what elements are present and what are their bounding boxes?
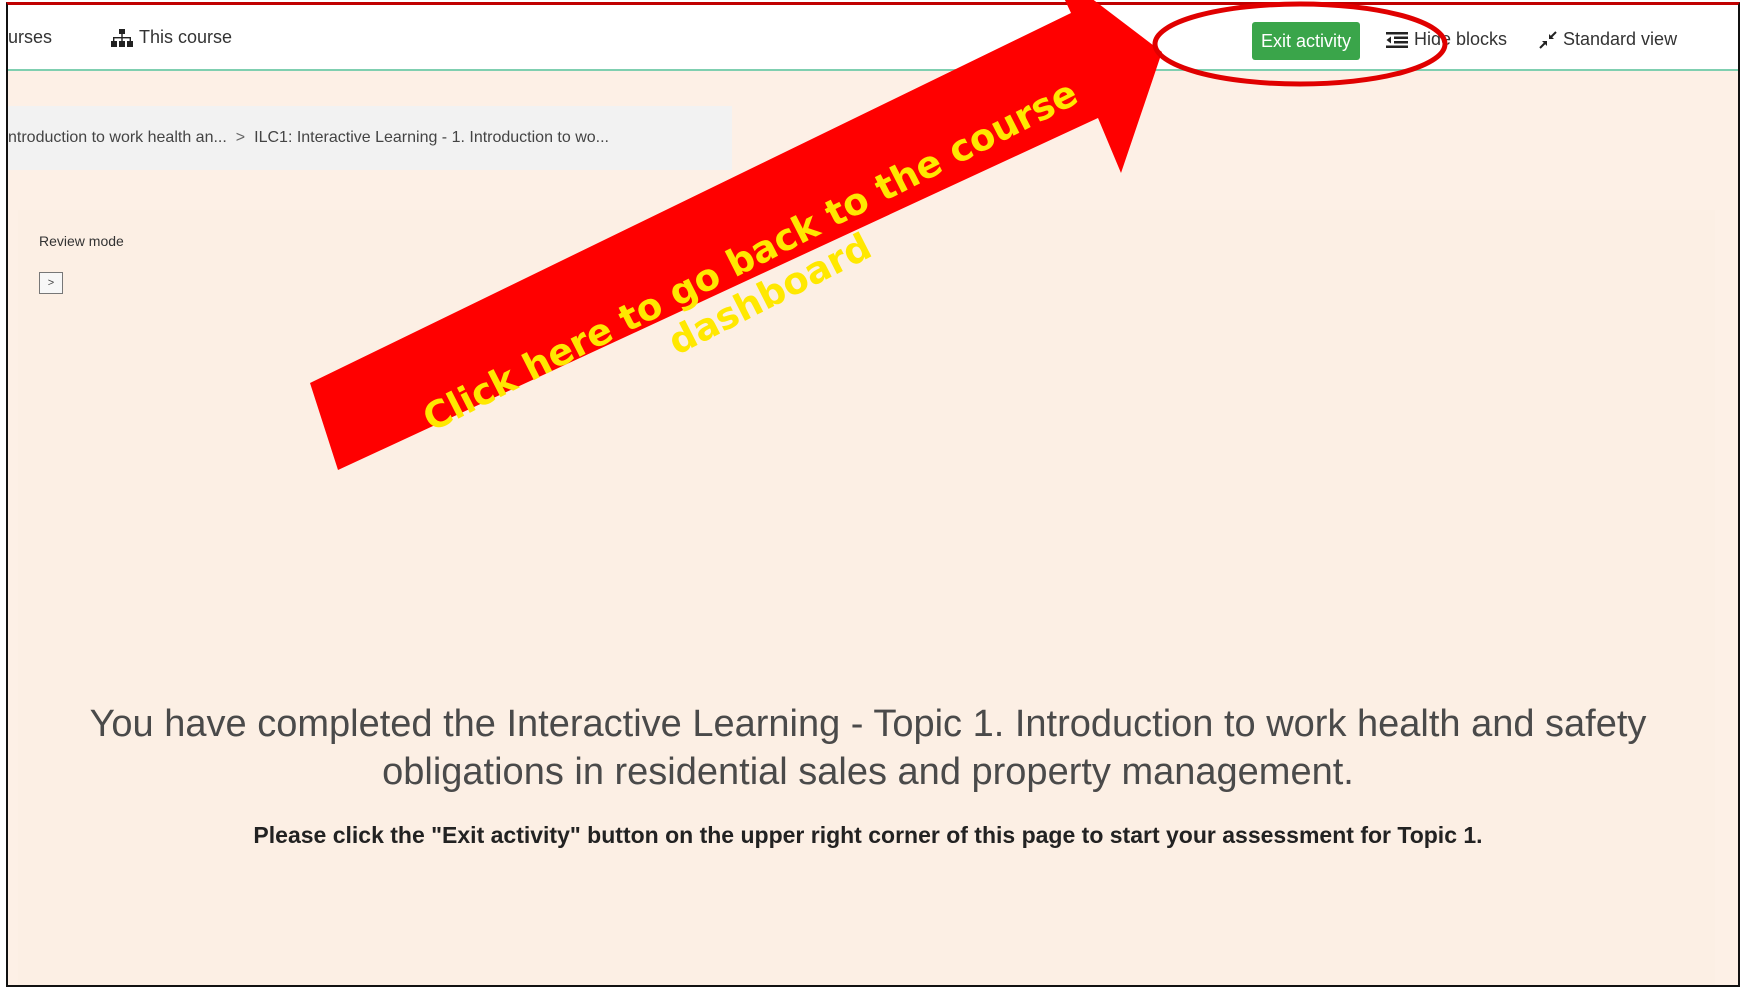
- standard-view-button[interactable]: Standard view: [1539, 29, 1677, 50]
- breadcrumb-item-course[interactable]: ntroduction to work health an...: [8, 129, 227, 147]
- breadcrumb: ntroduction to work health an... > ILC1:…: [8, 106, 732, 170]
- nav-this-course-label: This course: [139, 27, 233, 47]
- activity-content: Review mode > You have completed the Int…: [18, 210, 1715, 985]
- instruction-text: Please click the "Exit activity" button …: [253, 822, 1483, 848]
- exit-activity-button[interactable]: Exit activity: [1252, 22, 1361, 60]
- hide-blocks-icon: [1386, 31, 1408, 48]
- hide-blocks-button[interactable]: Hide blocks: [1386, 29, 1507, 50]
- nav-this-course-link[interactable]: This course: [111, 27, 232, 48]
- completion-message: You have completed the Interactive Learn…: [89, 703, 1647, 793]
- nav-courses-link[interactable]: urses: [8, 27, 52, 48]
- sitemap-icon: [111, 28, 133, 47]
- hide-blocks-label: Hide blocks: [1414, 29, 1508, 49]
- review-mode-label: Review mode: [39, 233, 124, 249]
- nav-courses-label: urses: [8, 27, 53, 47]
- browser-frame: urses This course Exit activity Hide blo…: [6, 2, 1740, 987]
- review-mode-toggle[interactable]: >: [39, 272, 63, 294]
- compress-icon: [1539, 30, 1557, 49]
- breadcrumb-separator: >: [235, 129, 246, 146]
- standard-view-label: Standard view: [1563, 29, 1678, 49]
- breadcrumb-item-activity[interactable]: ILC1: Interactive Learning - 1. Introduc…: [254, 129, 609, 147]
- navbar: urses This course Exit activity Hide blo…: [8, 5, 1738, 71]
